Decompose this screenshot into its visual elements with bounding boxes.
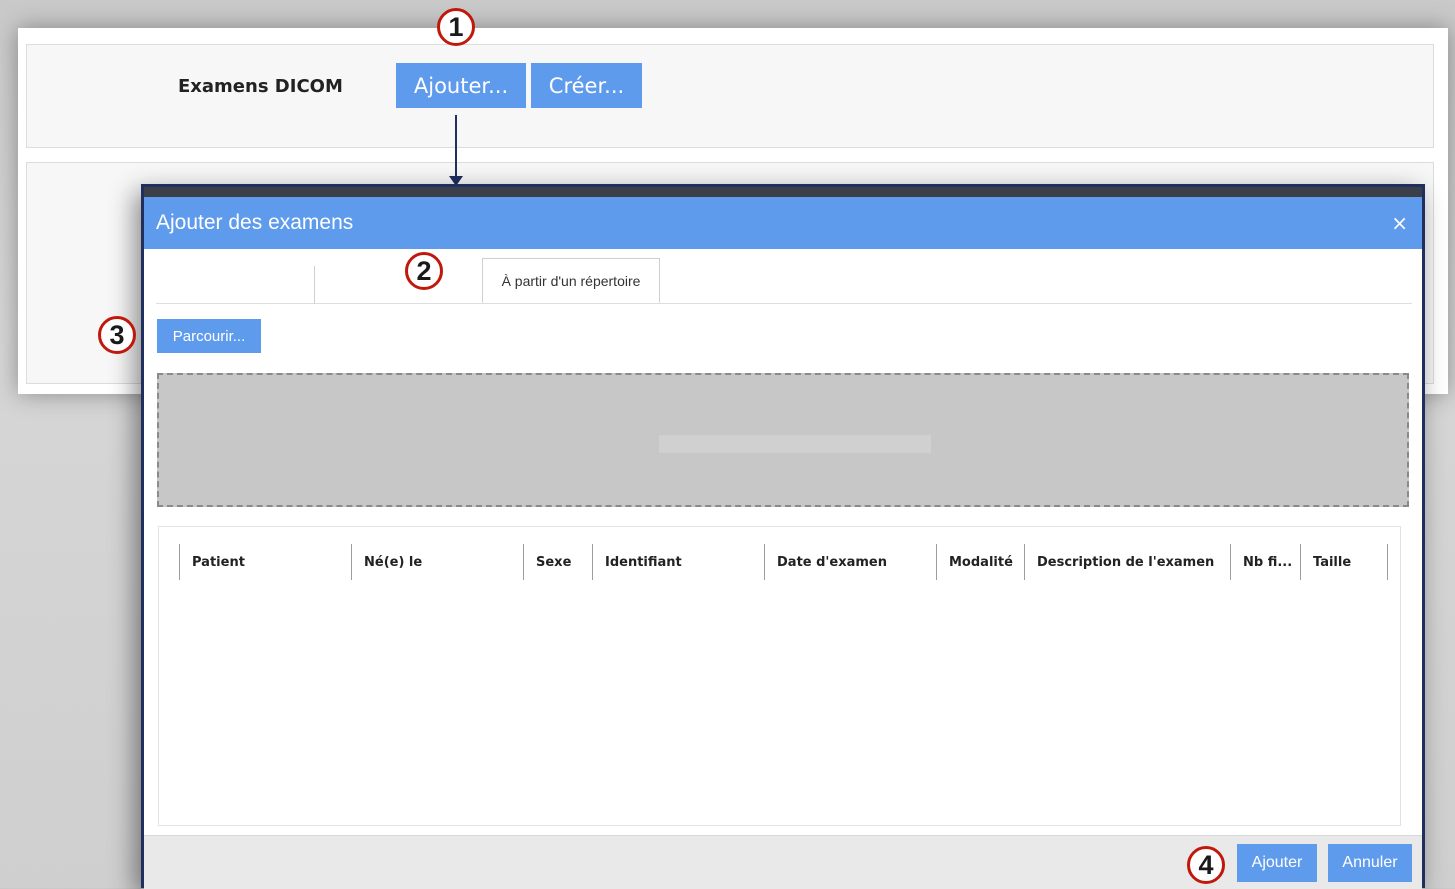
tab-divider xyxy=(314,266,315,304)
add-exams-dialog: Ajouter des examens × À partir d'un répe… xyxy=(141,184,1425,889)
add-exams-button[interactable]: Ajouter... xyxy=(396,63,526,108)
tab-from-directory[interactable]: À partir d'un répertoire xyxy=(482,258,660,303)
column-header-exam-date[interactable]: Date d'examen xyxy=(764,544,936,580)
dialog-title: Ajouter des examens xyxy=(156,211,354,234)
arrow-connector xyxy=(455,115,457,181)
dialog-header: Ajouter des examens × xyxy=(144,197,1422,249)
drop-zone[interactable] xyxy=(157,373,1409,507)
column-end-divider xyxy=(1387,544,1388,580)
create-exam-button[interactable]: Créer... xyxy=(531,63,642,108)
dialog-tabs: À partir d'un répertoire xyxy=(156,249,1412,304)
confirm-add-button[interactable]: Ajouter xyxy=(1237,844,1317,882)
dialog-top-stripe xyxy=(144,187,1422,197)
column-header-modality[interactable]: Modalité xyxy=(936,544,1024,580)
column-header-size[interactable]: Taille xyxy=(1300,544,1387,580)
column-header-patient[interactable]: Patient xyxy=(179,544,351,580)
column-header-file-count[interactable]: Nb fi... xyxy=(1230,544,1300,580)
callout-4: 4 xyxy=(1187,846,1225,884)
cancel-button[interactable]: Annuler xyxy=(1328,844,1412,882)
exams-table: Patient Né(e) le Sexe Identifiant Date d… xyxy=(158,526,1401,826)
dialog-footer: Ajouter Annuler xyxy=(144,835,1422,889)
column-header-description[interactable]: Description de l'examen xyxy=(1024,544,1230,580)
column-header-sex[interactable]: Sexe xyxy=(523,544,592,580)
section-label: Examens DICOM xyxy=(178,76,343,97)
column-header-birthdate[interactable]: Né(e) le xyxy=(351,544,523,580)
column-header-identifier[interactable]: Identifiant xyxy=(592,544,764,580)
drop-zone-placeholder xyxy=(659,435,931,453)
close-icon[interactable]: × xyxy=(1391,211,1408,235)
browse-button[interactable]: Parcourir... xyxy=(157,319,261,353)
callout-3: 3 xyxy=(98,316,136,354)
callout-2: 2 xyxy=(405,252,443,290)
callout-1: 1 xyxy=(437,8,475,46)
